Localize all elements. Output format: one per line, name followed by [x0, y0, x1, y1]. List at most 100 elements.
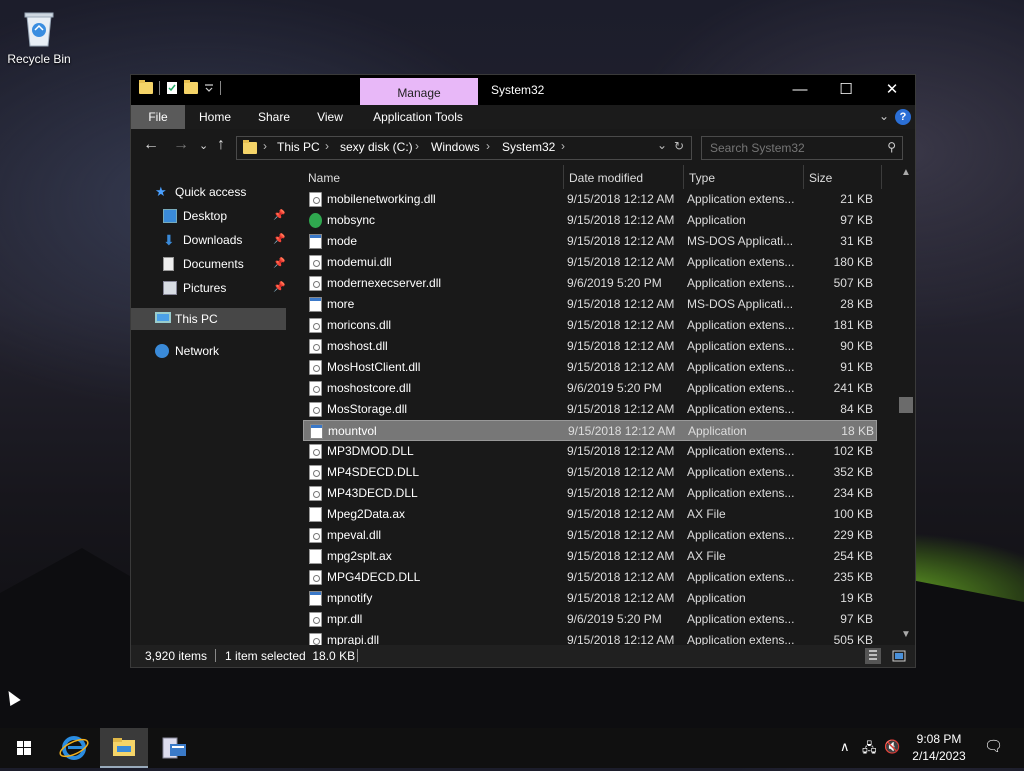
- file-size: 241 KB: [833, 381, 873, 395]
- manage-contextual-tab[interactable]: Manage: [360, 78, 478, 105]
- volume-muted-icon[interactable]: 🔇: [884, 739, 900, 755]
- new-folder-icon[interactable]: [184, 80, 198, 94]
- file-row[interactable]: MP43DECD.DLL 9/15/2018 12:12 AM Applicatio…: [303, 483, 877, 504]
- large-icons-view-icon[interactable]: [891, 648, 907, 664]
- internet-explorer-button[interactable]: [50, 728, 98, 768]
- dll-file-icon: [309, 360, 322, 375]
- file-row[interactable]: mobsync 9/15/2018 12:12 AM Application 97 K…: [303, 210, 877, 231]
- nav-item-this-pc[interactable]: This PC: [155, 308, 218, 330]
- dll-file-icon: [309, 465, 322, 480]
- start-button[interactable]: [0, 728, 48, 768]
- nav-item-quick-access[interactable]: ★ Quick access: [155, 181, 246, 203]
- recycle-bin-desktop-icon[interactable]: Recycle Bin: [6, 8, 72, 66]
- file-name: moshostcore.dll: [327, 381, 412, 395]
- nav-item-documents[interactable]: Documents 📌: [163, 253, 287, 275]
- breadcrumb-windows[interactable]: Windows: [431, 140, 480, 154]
- breadcrumb-chevron-icon[interactable]: ›: [325, 139, 329, 153]
- help-icon[interactable]: ?: [895, 109, 911, 125]
- nav-item-downloads[interactable]: ⬇ Downloads 📌: [163, 229, 287, 251]
- file-row[interactable]: mpnotify 9/15/2018 12:12 AM Application 19 …: [303, 588, 877, 609]
- file-date: 9/15/2018 12:12 AM: [567, 318, 675, 332]
- show-hidden-icons-chevron-icon[interactable]: ∧: [840, 739, 850, 755]
- maximize-button[interactable]: ☐: [823, 75, 869, 105]
- column-divider[interactable]: [803, 165, 804, 189]
- expand-ribbon-chevron-icon[interactable]: ⌄: [879, 109, 889, 123]
- minimize-button[interactable]: —: [777, 75, 823, 105]
- column-divider[interactable]: [563, 165, 564, 189]
- pin-icon[interactable]: 📌: [273, 277, 285, 299]
- breadcrumb-chevron-icon[interactable]: ›: [486, 139, 490, 153]
- pin-icon[interactable]: 📌: [273, 205, 285, 227]
- notifications-icon[interactable]: 🗨: [984, 737, 1003, 755]
- file-row[interactable]: MP4SDECD.DLL 9/15/2018 12:12 AM Applicatio…: [303, 462, 877, 483]
- search-box[interactable]: ⚲: [701, 136, 903, 160]
- customize-toolbar-icon[interactable]: [204, 82, 214, 94]
- file-row[interactable]: moricons.dll 9/15/2018 12:12 AM Applicatio…: [303, 315, 877, 336]
- recent-locations-chevron-icon[interactable]: ⌄: [199, 139, 208, 152]
- file-list: ^ Name Date modified Type Size mobilenet…: [301, 165, 911, 645]
- server-manager-button[interactable]: [150, 728, 198, 768]
- column-divider[interactable]: [683, 165, 684, 189]
- file-row[interactable]: mpr.dll 9/6/2019 5:20 PM Application exten…: [303, 609, 877, 630]
- properties-icon[interactable]: [166, 81, 178, 95]
- file-row[interactable]: mobilenetworking.dll 9/15/2018 12:12 AM Ap…: [303, 189, 877, 210]
- file-row[interactable]: more 9/15/2018 12:12 AM MS-DOS Applicati..…: [303, 294, 877, 315]
- tab-share[interactable]: Share: [251, 105, 297, 129]
- tab-file[interactable]: File: [131, 105, 185, 129]
- pin-icon[interactable]: 📌: [273, 229, 285, 251]
- tab-application-tools[interactable]: Application Tools: [365, 105, 471, 129]
- up-arrow-icon[interactable]: ↑: [217, 136, 225, 154]
- address-bar[interactable]: › This PC › sexy disk (C:) › Windows › S…: [236, 136, 692, 160]
- details-view-icon[interactable]: [865, 648, 881, 664]
- refresh-icon[interactable]: ↻: [674, 139, 684, 153]
- breadcrumb-system32[interactable]: System32: [502, 140, 555, 154]
- taskbar-clock[interactable]: 9:08 PM 2/14/2023: [908, 731, 970, 765]
- back-arrow-icon[interactable]: ←: [143, 136, 159, 154]
- file-row[interactable]: mountvol 9/15/2018 12:12 AM Application 18 …: [303, 420, 877, 441]
- breadcrumb-drive[interactable]: sexy disk (C:): [340, 140, 413, 154]
- address-dropdown-chevron-icon[interactable]: ⌄: [657, 138, 667, 152]
- file-row[interactable]: modernexecserver.dll 9/6/2019 5:20 PM Appl…: [303, 273, 877, 294]
- file-row[interactable]: MosHostClient.dll 9/15/2018 12:12 AM Appli…: [303, 357, 877, 378]
- file-row[interactable]: moshost.dll 9/15/2018 12:12 AM Application…: [303, 336, 877, 357]
- breadcrumb-chevron-icon[interactable]: ›: [415, 139, 419, 153]
- application-icon: [310, 424, 323, 439]
- forward-arrow-icon[interactable]: →: [173, 136, 189, 154]
- nav-item-pictures[interactable]: Pictures 📌: [163, 277, 287, 299]
- file-row[interactable]: moshostcore.dll 9/6/2019 5:20 PM Applicati…: [303, 378, 877, 399]
- file-explorer-taskbar-button[interactable]: [100, 728, 148, 768]
- file-row[interactable]: mpg2splt.ax 9/15/2018 12:12 AM AX File 254 …: [303, 546, 877, 567]
- file-row[interactable]: mode 9/15/2018 12:12 AM MS-DOS Applicati..…: [303, 231, 877, 252]
- search-input[interactable]: [708, 140, 882, 156]
- file-date: 9/15/2018 12:12 AM: [567, 591, 675, 605]
- pin-icon[interactable]: 📌: [273, 253, 285, 275]
- tab-home[interactable]: Home: [193, 105, 237, 129]
- file-row[interactable]: MPG4DECD.DLL 9/15/2018 12:12 AM Applicatio…: [303, 567, 877, 588]
- file-row[interactable]: mpeval.dll 9/15/2018 12:12 AM Application …: [303, 525, 877, 546]
- file-row[interactable]: MP3DMOD.DLL 9/15/2018 12:12 AM Application…: [303, 441, 877, 462]
- file-size: 181 KB: [833, 318, 873, 332]
- scroll-up-arrow-icon[interactable]: ▲: [901, 167, 911, 178]
- file-type: AX File: [687, 549, 726, 563]
- column-header-date[interactable]: Date modified: [569, 171, 643, 185]
- file-row[interactable]: modemui.dll 9/15/2018 12:12 AM Application…: [303, 252, 877, 273]
- breadcrumb-chevron-icon[interactable]: ›: [263, 139, 267, 153]
- network-status-icon[interactable]: 🖧: [862, 739, 877, 761]
- column-header-name[interactable]: Name: [308, 171, 340, 185]
- breadcrumb-this-pc[interactable]: This PC: [277, 140, 320, 154]
- column-header-size[interactable]: Size: [809, 171, 832, 185]
- column-divider[interactable]: [881, 165, 882, 189]
- column-header-type[interactable]: Type: [689, 171, 715, 185]
- file-row[interactable]: mprapi.dll 9/15/2018 12:12 AM Application …: [303, 630, 877, 645]
- file-size: 21 KB: [840, 192, 873, 206]
- tab-view[interactable]: View: [309, 105, 351, 129]
- file-row[interactable]: MosStorage.dll 9/15/2018 12:12 AM Applicat…: [303, 399, 877, 420]
- vertical-scrollbar[interactable]: ▲ ▼: [899, 167, 913, 645]
- nav-item-desktop[interactable]: Desktop 📌: [163, 205, 287, 227]
- nav-item-network[interactable]: Network: [155, 340, 219, 362]
- breadcrumb-chevron-icon[interactable]: ›: [561, 139, 565, 153]
- file-row[interactable]: Mpeg2Data.ax 9/15/2018 12:12 AM AX File 100…: [303, 504, 877, 525]
- scrollbar-thumb[interactable]: [899, 397, 913, 413]
- scroll-down-arrow-icon[interactable]: ▼: [901, 629, 911, 640]
- close-button[interactable]: ✕: [869, 75, 915, 105]
